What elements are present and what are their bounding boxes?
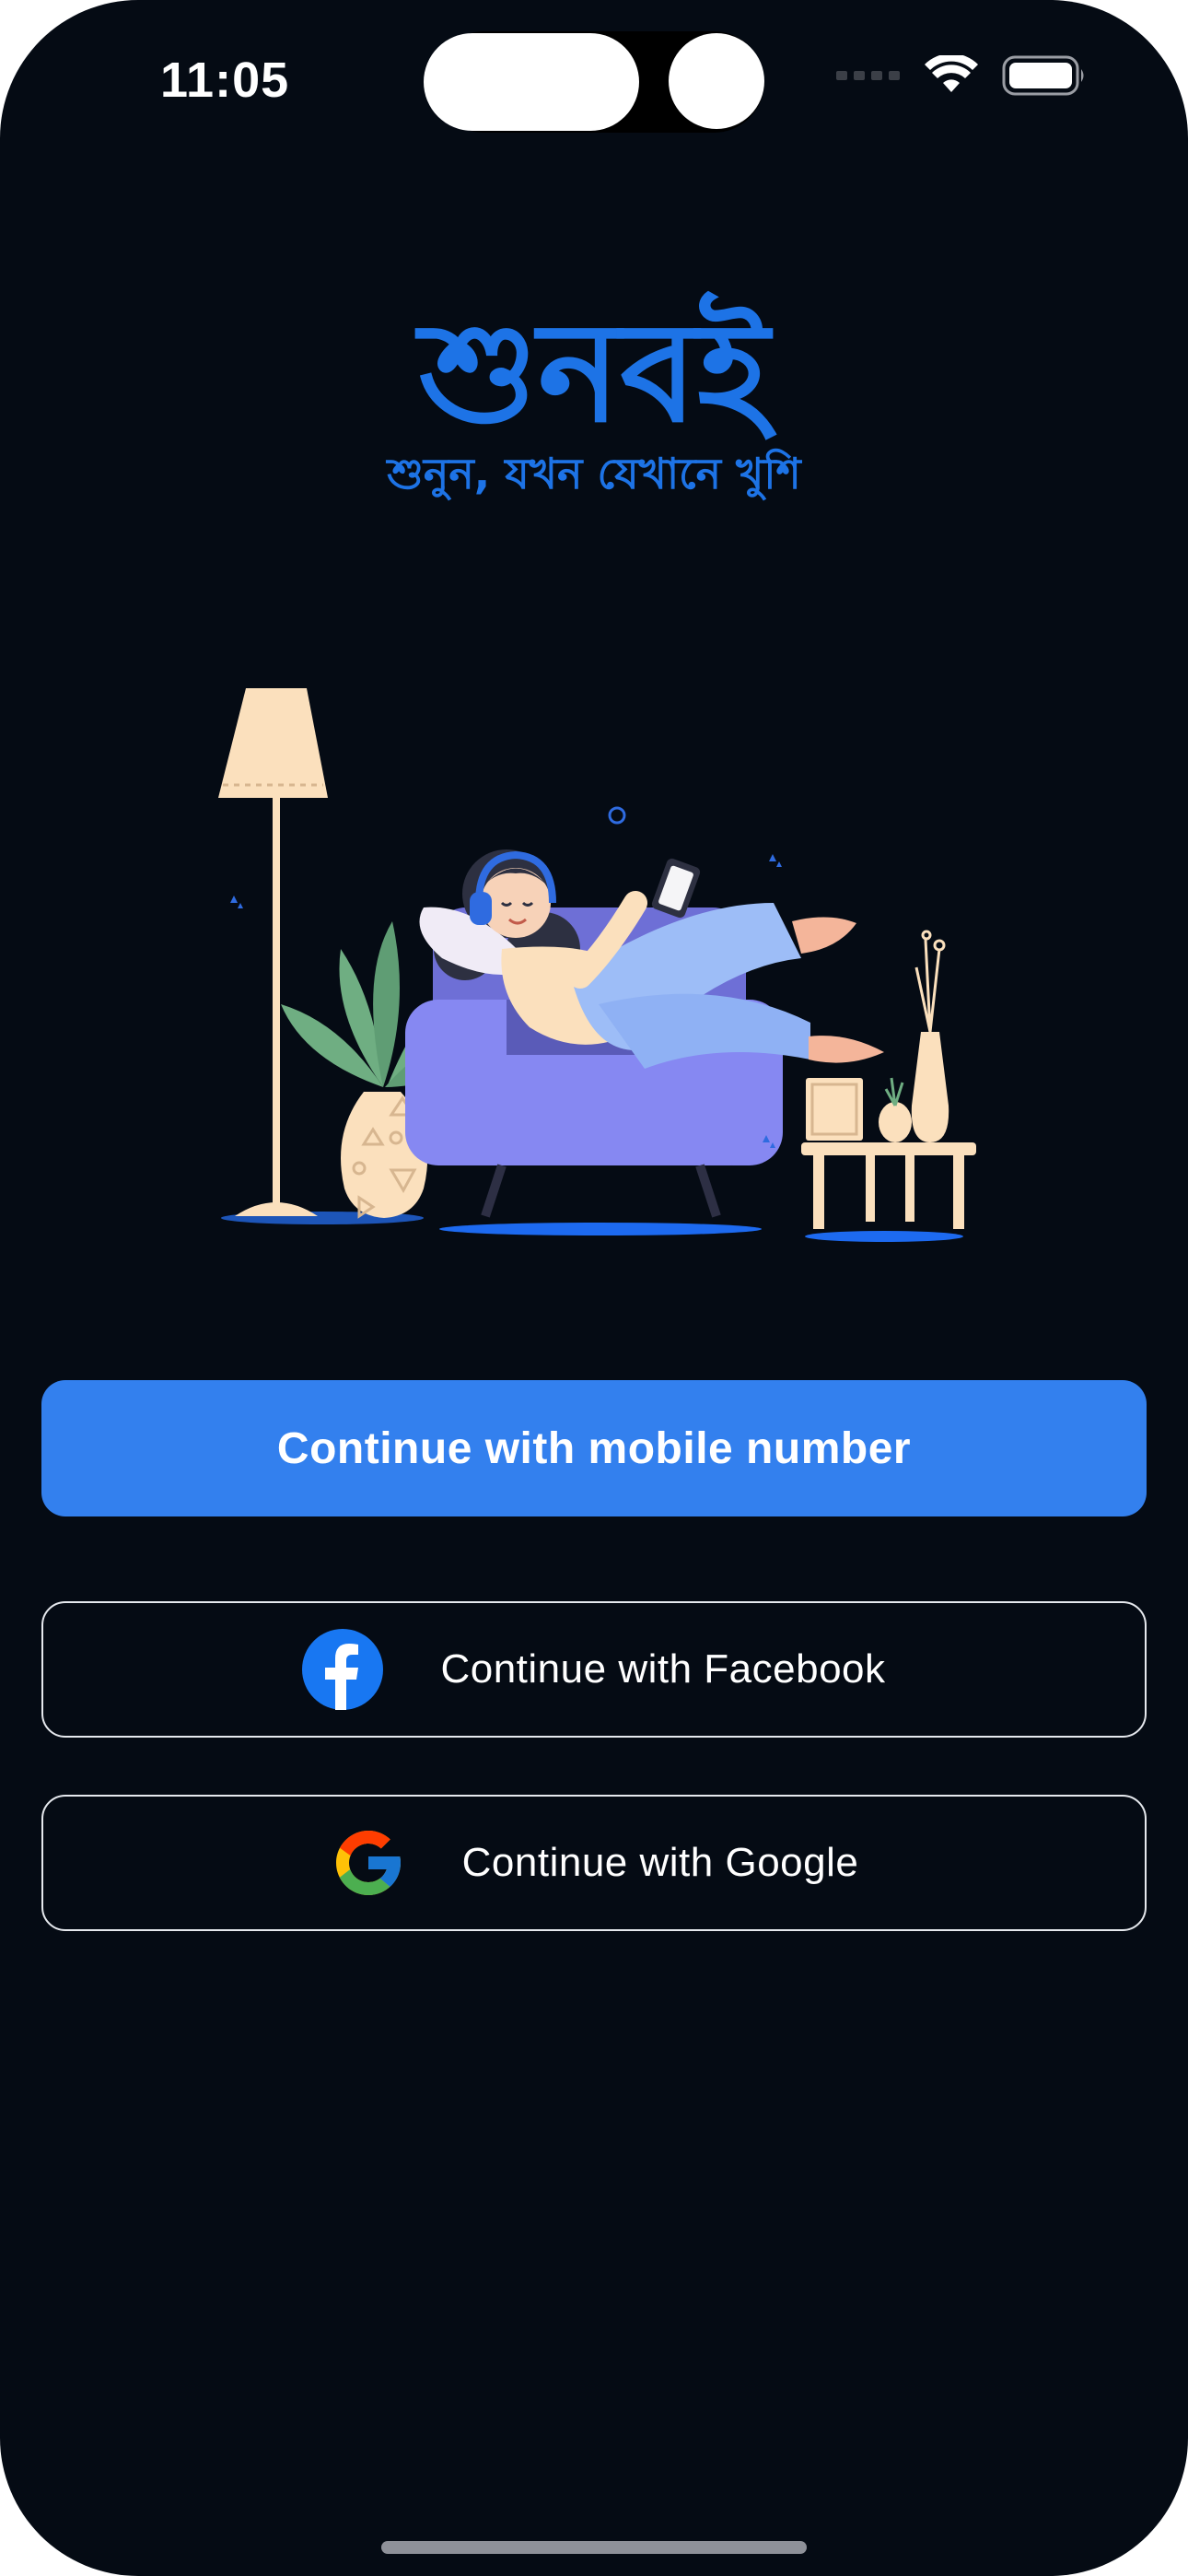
dynamic-island-camera — [669, 33, 764, 129]
status-icons — [836, 55, 1087, 96]
dynamic-island-pill — [424, 33, 639, 131]
continue-mobile-button[interactable]: Continue with mobile number — [41, 1380, 1147, 1516]
continue-facebook-label: Continue with Facebook — [440, 1646, 886, 1692]
logo-title: শুনবই — [418, 293, 770, 453]
login-screen: 11:05 শুনবই শুনুন, যখন যেখানে খুশি Conti… — [0, 0, 1188, 2576]
home-indicator[interactable] — [381, 2541, 807, 2554]
google-icon — [330, 1824, 407, 1902]
app-logo: শুনবই শুনুন, যখন যেখানে খুশি — [359, 295, 829, 501]
status-time: 11:05 — [160, 53, 290, 108]
battery-icon — [1002, 55, 1087, 96]
wifi-icon — [925, 55, 978, 96]
continue-facebook-button[interactable]: Continue with Facebook — [41, 1601, 1147, 1738]
continue-google-button[interactable]: Continue with Google — [41, 1795, 1147, 1931]
logo-tagline: শুনুন, যখন যেখানে খুশি — [387, 449, 801, 498]
continue-mobile-label: Continue with mobile number — [276, 1423, 912, 1473]
hero-illustration — [203, 673, 995, 1244]
continue-google-label: Continue with Google — [461, 1840, 859, 1885]
cellular-signal-icon — [836, 69, 901, 82]
facebook-icon — [302, 1629, 384, 1710]
